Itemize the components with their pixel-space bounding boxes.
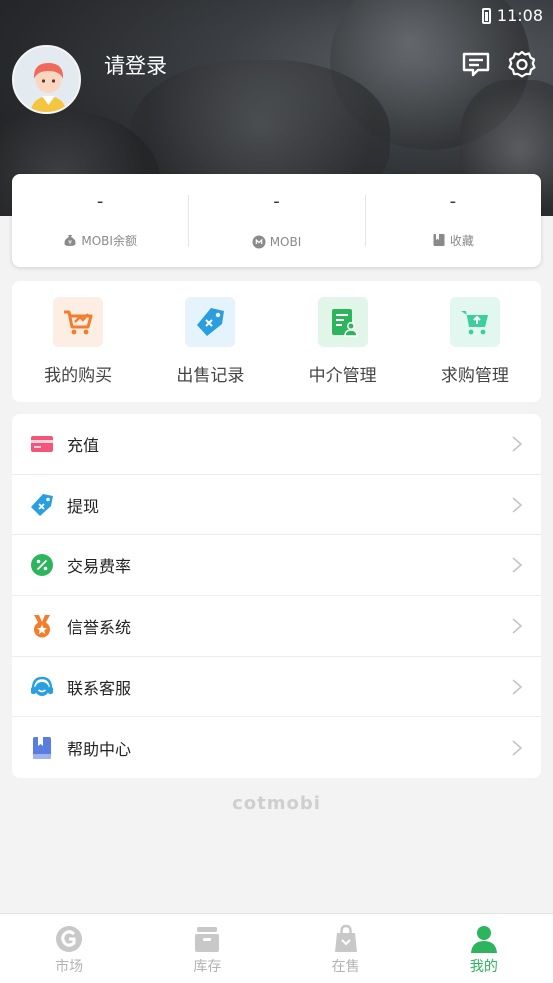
menu-label: 充值 xyxy=(67,435,100,455)
card-glyph xyxy=(31,435,53,452)
menu-label: 联系客服 xyxy=(67,678,132,698)
headset-icon xyxy=(30,675,54,699)
money-bag-icon: ¥ xyxy=(64,235,76,246)
message-icon xyxy=(462,52,490,77)
quick-purchase-request-management[interactable]: 求购管理 xyxy=(409,281,541,402)
chevron-right-icon xyxy=(512,436,523,452)
menu-label: 交易费率 xyxy=(67,557,132,577)
quick-label: 求购管理 xyxy=(440,366,509,386)
stat-mobi-balance[interactable]: - ¥ MOBI余额 xyxy=(12,190,188,249)
quick-agent-management[interactable]: 中介管理 xyxy=(277,281,409,402)
menu-item-customer-service[interactable]: 联系客服 xyxy=(12,657,541,718)
tab-label: 市场 xyxy=(55,959,84,975)
price-tag-glyph xyxy=(197,308,225,336)
headset-glyph xyxy=(31,676,53,696)
book-icon xyxy=(30,736,54,760)
tag-icon xyxy=(30,493,54,517)
settings-menu-list: 充值 提现 交易费率 信誉系统 联系客服 帮助中心 xyxy=(12,414,541,778)
shopping-cart-glyph xyxy=(64,310,93,335)
menu-label: 提现 xyxy=(67,496,100,516)
agent-document-icon xyxy=(317,297,368,347)
status-time: 11:08 xyxy=(496,6,543,25)
chevron-right-icon xyxy=(512,557,523,573)
tab-market[interactable]: 市场 xyxy=(0,914,138,983)
quick-label: 我的购买 xyxy=(44,366,113,386)
default-avatar-icon xyxy=(14,47,79,112)
stat-label: 收藏 xyxy=(449,233,474,248)
tab-label: 库存 xyxy=(193,959,222,975)
menu-item-help-center[interactable]: 帮助中心 xyxy=(12,717,541,778)
agent-document-glyph xyxy=(331,309,358,337)
tab-on-sale[interactable]: 在售 xyxy=(277,914,415,983)
stat-label-row: ¥ MOBI余额 xyxy=(63,232,137,249)
book-glyph xyxy=(33,736,51,759)
wallet-stats-card: - ¥ MOBI余额 - MOBI - 收藏 xyxy=(12,174,541,267)
tab-label: 我的 xyxy=(469,959,498,975)
price-tag-icon xyxy=(185,297,236,347)
quick-label: 出售记录 xyxy=(176,366,245,386)
percent-glyph xyxy=(31,554,53,577)
upload-cart-icon xyxy=(449,297,500,347)
percent-icon xyxy=(30,553,54,577)
stat-value: - xyxy=(273,190,280,212)
card-icon xyxy=(30,432,54,456)
settings-button[interactable] xyxy=(507,49,537,79)
stat-mobi[interactable]: - MOBI xyxy=(188,190,364,249)
upload-cart-glyph xyxy=(460,311,488,335)
quick-actions-panel: 我的购买 出售记录 中介管理 求购管理 xyxy=(12,281,541,402)
chevron-right-icon xyxy=(512,740,523,756)
tab-mine[interactable]: 我的 xyxy=(415,914,553,983)
message-button[interactable] xyxy=(461,49,491,79)
stat-label-row: MOBI xyxy=(252,234,302,249)
inventory-icon xyxy=(195,927,220,952)
stat-label-row: 收藏 xyxy=(432,232,474,249)
svg-text:¥: ¥ xyxy=(68,239,72,246)
tab-inventory[interactable]: 库存 xyxy=(138,914,276,983)
mobi-coin-icon xyxy=(252,235,266,248)
stat-value: - xyxy=(96,190,104,212)
menu-label: 帮助中心 xyxy=(67,739,132,759)
shopping-cart-icon xyxy=(53,297,104,347)
quick-my-purchases[interactable]: 我的购买 xyxy=(12,281,144,402)
brand-logo-text: cotmobi xyxy=(232,793,321,814)
stat-favorites[interactable]: - 收藏 xyxy=(364,190,541,249)
tab-label: 在售 xyxy=(331,959,360,975)
settings-gear-icon xyxy=(508,50,536,78)
stat-value: - xyxy=(449,190,457,212)
medal-icon xyxy=(30,614,54,638)
chevron-right-icon xyxy=(512,678,523,695)
quick-sales-records[interactable]: 出售记录 xyxy=(144,281,276,402)
menu-item-reputation-system[interactable]: 信誉系统 xyxy=(12,596,541,657)
login-link[interactable]: 请登录 xyxy=(104,50,167,80)
battery-icon xyxy=(481,7,491,24)
chevron-right-icon xyxy=(512,618,523,634)
tag-glyph xyxy=(31,493,53,516)
shopping-bag-icon xyxy=(334,924,357,952)
menu-item-recharge[interactable]: 充值 xyxy=(12,414,541,475)
menu-item-withdraw[interactable]: 提现 xyxy=(12,475,541,536)
profile-icon xyxy=(470,926,497,953)
market-icon xyxy=(56,926,83,952)
menu-item-transaction-fees[interactable]: 交易费率 xyxy=(12,535,541,597)
bottom-tab-bar: 市场 库存 在售 我的 xyxy=(0,913,553,983)
quick-label: 中介管理 xyxy=(308,366,377,386)
bookmark-icon xyxy=(433,234,445,246)
avatar[interactable] xyxy=(12,45,81,114)
stat-label: MOBI xyxy=(269,234,302,249)
menu-label: 信誉系统 xyxy=(67,617,132,637)
medal-glyph xyxy=(34,614,50,638)
stat-label: MOBI余额 xyxy=(81,233,137,248)
status-bar: 11:08 xyxy=(481,6,543,25)
chevron-right-icon xyxy=(512,496,523,513)
